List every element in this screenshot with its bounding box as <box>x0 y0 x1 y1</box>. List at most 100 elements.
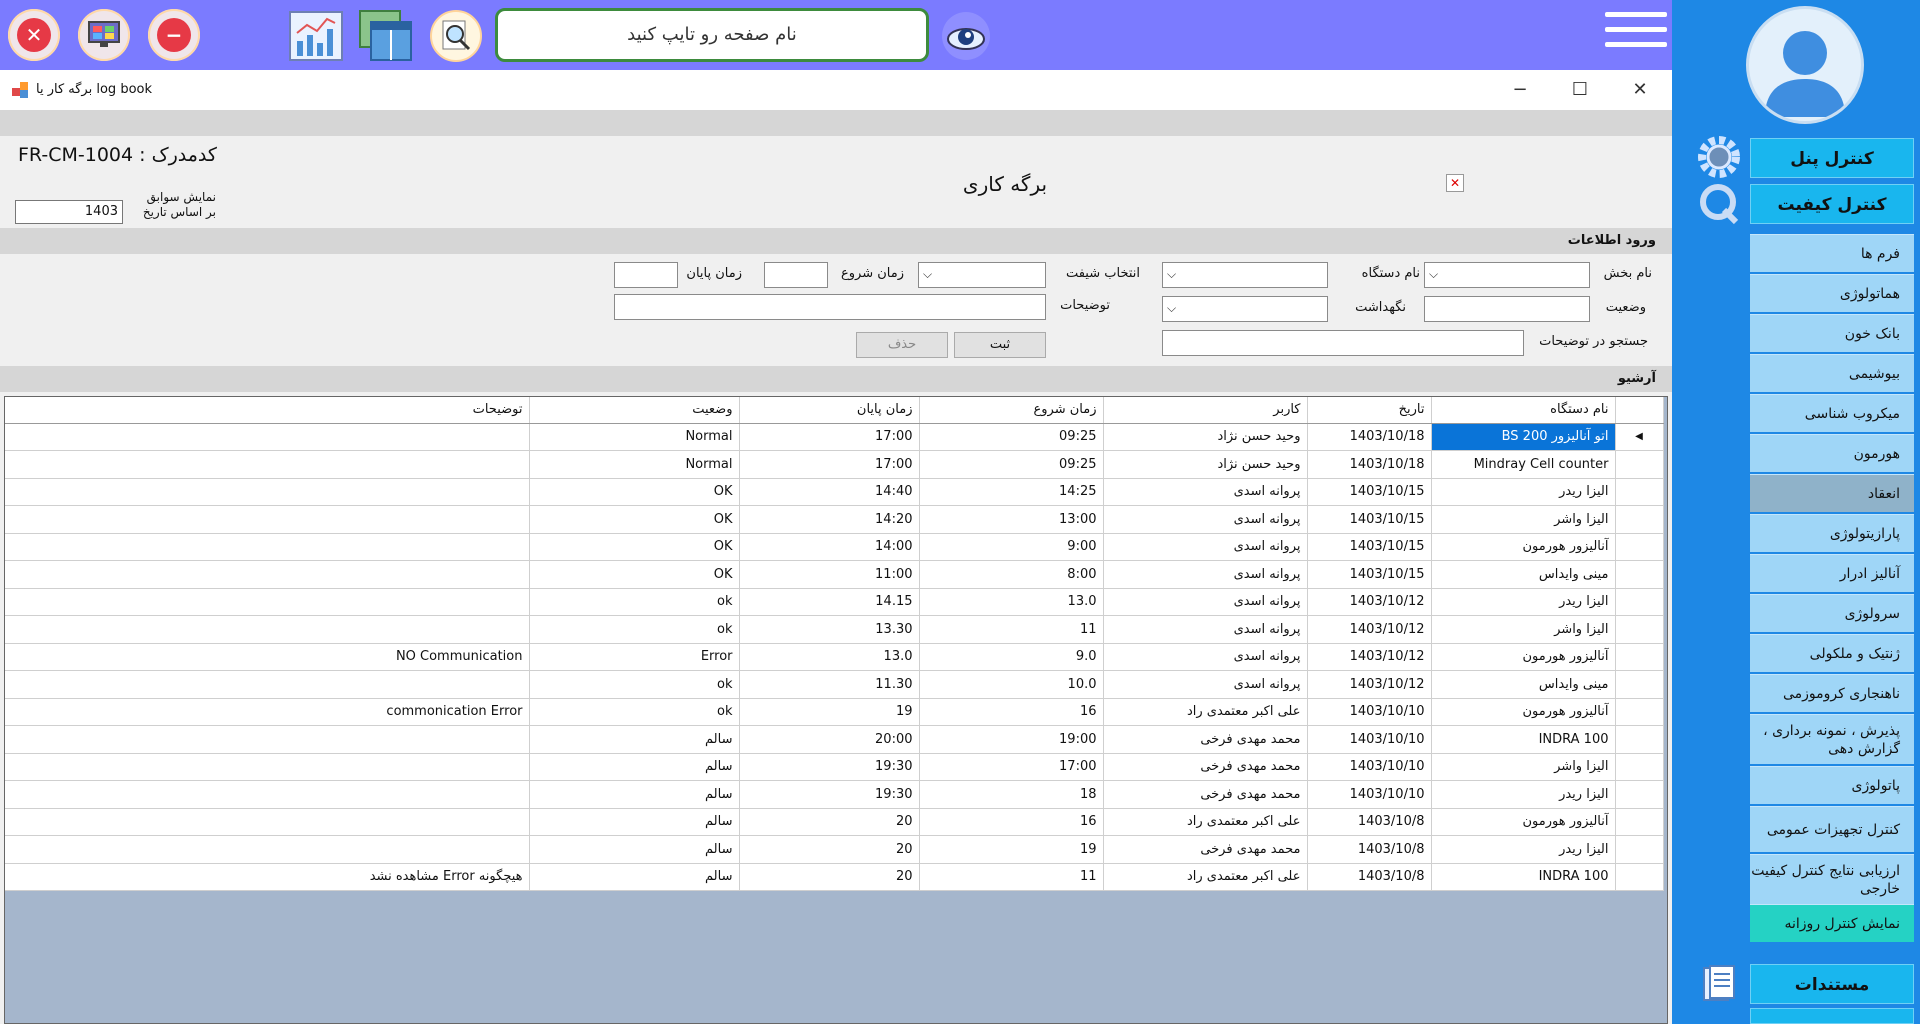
cell-user[interactable]: پروانه اسدی <box>1103 670 1308 699</box>
cell-device[interactable]: مینی وایداس <box>1431 560 1616 589</box>
column-header-start[interactable]: زمان شروع <box>919 397 1104 424</box>
cell-notes[interactable] <box>5 450 530 479</box>
cell-notes[interactable] <box>5 505 530 534</box>
cell-end[interactable]: 17:00 <box>739 450 920 479</box>
cell-start[interactable]: 16 <box>919 698 1104 726</box>
sidebar-item-urinalysis[interactable]: آنالیز ادرار <box>1750 554 1914 592</box>
cell-device[interactable]: الیزا واشر <box>1431 753 1616 781</box>
cell-start[interactable]: 8:00 <box>919 560 1104 589</box>
sidebar-item-equipment[interactable]: کنترل تجهیزات عمومی <box>1750 806 1914 852</box>
cell-status[interactable]: سالم <box>529 753 740 781</box>
row-header[interactable] <box>1615 505 1664 534</box>
delete-button[interactable]: حذف <box>856 332 948 358</box>
cell-user[interactable]: محمد مهدی فرخی <box>1103 835 1308 864</box>
cell-start[interactable]: 13:00 <box>919 505 1104 534</box>
row-header[interactable] <box>1615 863 1664 891</box>
cell-date[interactable]: 1403/10/8 <box>1307 835 1432 864</box>
sidebar-item-serology[interactable]: سرولوژی <box>1750 594 1914 632</box>
cell-status[interactable]: سالم <box>529 835 740 864</box>
cell-notes[interactable] <box>5 615 530 644</box>
table-row[interactable]: آنالیزور هورمون 1403/10/8 علی اکبر معتمدی … <box>5 808 1664 836</box>
shift-select[interactable]: ⌵ <box>918 262 1046 288</box>
cell-start[interactable]: 9.0 <box>919 643 1104 671</box>
cell-device[interactable]: آنالیزور هورمون <box>1431 698 1616 726</box>
cell-notes[interactable] <box>5 835 530 864</box>
cell-start[interactable]: 11 <box>919 863 1104 891</box>
cell-end[interactable]: 14:00 <box>739 533 920 561</box>
cell-notes[interactable] <box>5 725 530 754</box>
cell-date[interactable]: 1403/10/10 <box>1307 698 1432 726</box>
cell-user[interactable]: علی اکبر معتمدی راد <box>1103 863 1308 891</box>
end-time-input[interactable] <box>614 262 678 288</box>
cell-end[interactable]: 14:20 <box>739 505 920 534</box>
cell-device[interactable]: الیزا ریدر <box>1431 780 1616 809</box>
history-year-input[interactable]: 1403 <box>15 200 123 224</box>
cell-end[interactable]: 17:00 <box>739 423 920 451</box>
cell-date[interactable]: 1403/10/15 <box>1307 505 1432 534</box>
cell-status[interactable]: سالم <box>529 808 740 836</box>
window-button[interactable] <box>358 8 414 64</box>
cell-user[interactable]: محمد مهدی فرخی <box>1103 780 1308 809</box>
cell-date[interactable]: 1403/10/18 <box>1307 450 1432 479</box>
table-row[interactable]: Mindray Cell counter 1403/10/18 وحید حسن ن… <box>5 450 1664 479</box>
table-row[interactable]: مینی وایداس 1403/10/12 پروانه اسدی 10.0 11.3… <box>5 670 1664 699</box>
cell-date[interactable]: 1403/10/8 <box>1307 863 1432 891</box>
cell-status[interactable]: OK <box>529 533 740 561</box>
cell-notes[interactable] <box>5 808 530 836</box>
control-panel-button[interactable]: کنترل پنل <box>1750 138 1914 178</box>
cell-date[interactable]: 1403/10/10 <box>1307 725 1432 754</box>
cell-date[interactable]: 1403/10/8 <box>1307 808 1432 836</box>
sidebar-item-hematology[interactable]: هماتولوژی <box>1750 274 1914 312</box>
cell-notes[interactable] <box>5 753 530 781</box>
cell-status[interactable]: سالم <box>529 725 740 754</box>
cell-end[interactable]: 13.30 <box>739 615 920 644</box>
cell-status[interactable]: Normal <box>529 450 740 479</box>
cell-user[interactable]: علی اکبر معتمدی راد <box>1103 698 1308 726</box>
cell-start[interactable]: 18 <box>919 780 1104 809</box>
monitor-button[interactable] <box>78 9 130 61</box>
cell-notes[interactable] <box>5 670 530 699</box>
search-notes-input[interactable] <box>1162 330 1524 356</box>
cell-device[interactable]: آنالیزور هورمون <box>1431 643 1616 671</box>
gear-icon[interactable] <box>1696 134 1742 180</box>
start-time-input[interactable] <box>764 262 828 288</box>
sidebar-item-chromosome[interactable]: ناهنجاری کروموزمی <box>1750 674 1914 712</box>
cell-end[interactable]: 19 <box>739 698 920 726</box>
sidebar-item-reception[interactable]: پذیرش ، نمونه برداری ، گزارش دهی <box>1750 714 1914 764</box>
cell-status[interactable]: ok <box>529 615 740 644</box>
page-search-input[interactable]: نام صفحه رو تایپ کنید <box>495 8 929 62</box>
table-row[interactable]: ◀ اتو آنالیزور BS 200 1403/10/18 وحید حسن ن… <box>5 423 1664 451</box>
cell-end[interactable]: 20 <box>739 863 920 891</box>
table-row[interactable]: الیزا واشر 1403/10/12 پروانه اسدی 11 13.30 ok <box>5 615 1664 644</box>
sidebar-item-blood-bank[interactable]: بانک خون <box>1750 314 1914 352</box>
cell-status[interactable]: OK <box>529 505 740 534</box>
cell-device[interactable]: مینی وایداس <box>1431 670 1616 699</box>
cell-device[interactable]: اتو آنالیزور BS 200 <box>1431 423 1616 451</box>
cell-end[interactable]: 20 <box>739 835 920 864</box>
maximize-window-button[interactable]: ☐ <box>1560 76 1600 104</box>
close-window-button[interactable]: ✕ <box>1620 76 1660 104</box>
cell-status[interactable]: OK <box>529 478 740 506</box>
cell-user[interactable]: وحید حسن نژاد <box>1103 423 1308 451</box>
cell-end[interactable]: 20:00 <box>739 725 920 754</box>
cell-device[interactable]: آنالیزور هورمون <box>1431 808 1616 836</box>
cell-device[interactable]: الیزا ریدر <box>1431 835 1616 864</box>
row-header[interactable] <box>1615 780 1664 809</box>
cell-start[interactable]: 11 <box>919 615 1104 644</box>
cell-start[interactable]: 10.0 <box>919 670 1104 699</box>
cell-date[interactable]: 1403/10/15 <box>1307 560 1432 589</box>
search-button[interactable] <box>428 8 484 64</box>
hamburger-menu-icon[interactable] <box>1605 12 1667 58</box>
cell-end[interactable]: 11:00 <box>739 560 920 589</box>
cell-date[interactable]: 1403/10/12 <box>1307 643 1432 671</box>
cell-end[interactable]: 19:30 <box>739 780 920 809</box>
cell-device[interactable]: INDRA 100 <box>1431 863 1616 891</box>
cell-start[interactable]: 13.0 <box>919 588 1104 616</box>
cell-date[interactable]: 1403/10/15 <box>1307 533 1432 561</box>
cell-end[interactable]: 20 <box>739 808 920 836</box>
cell-date[interactable]: 1403/10/15 <box>1307 478 1432 506</box>
sidebar-item-daily-control[interactable]: نمایش کنترل روزانه <box>1750 904 1914 942</box>
status-input[interactable] <box>1424 296 1590 322</box>
table-row[interactable]: الیزا ریدر 1403/10/12 پروانه اسدی 13.0 14.15… <box>5 588 1664 616</box>
cell-notes[interactable] <box>5 533 530 561</box>
